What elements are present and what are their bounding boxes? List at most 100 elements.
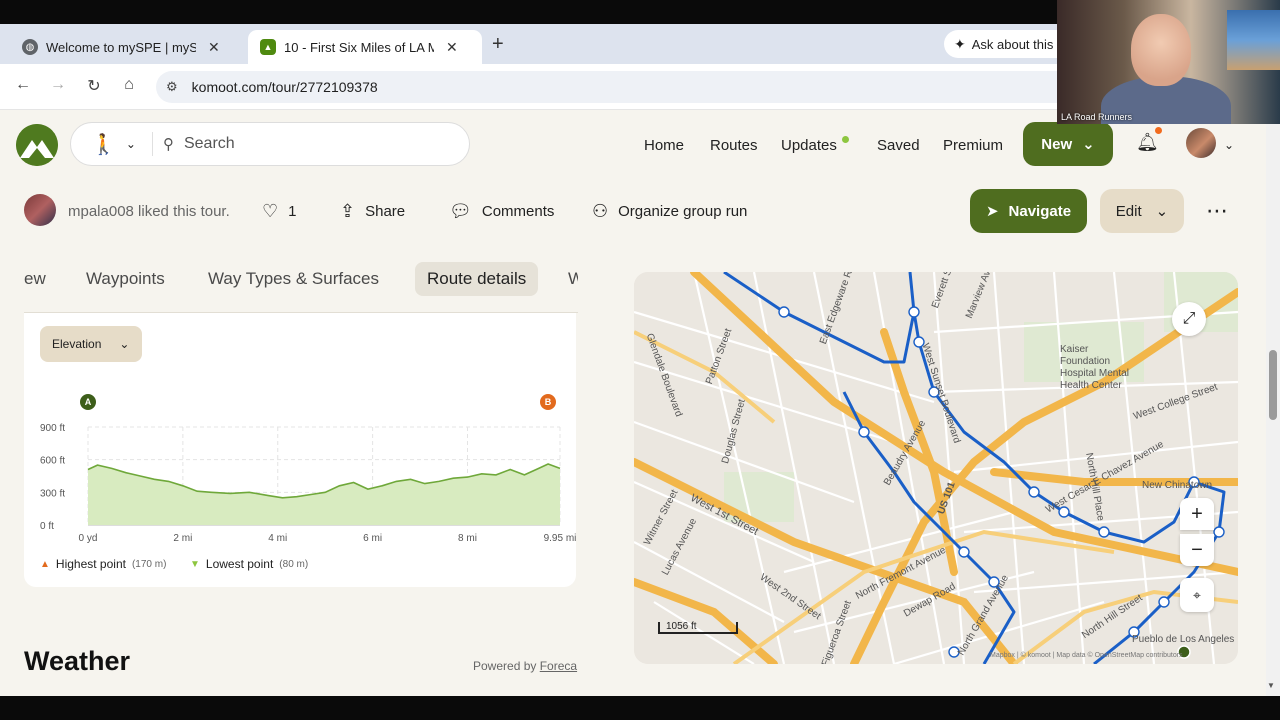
new-tab-plus-icon[interactable]: + (492, 33, 504, 56)
lowest-point-legend: ▼ Lowest point (80 m) (190, 557, 308, 571)
back-arrow-icon[interactable]: ← (12, 76, 34, 94)
start-marker[interactable]: A (80, 394, 96, 410)
recenter-icon[interactable]: ⌖ (1180, 578, 1214, 612)
x-tick-label: 6 mi (363, 533, 382, 544)
browser-tab-komoot[interactable]: ▲ 10 - First Six Miles of LA Marathon ✕ (248, 30, 482, 64)
search-bar[interactable]: 🚶 ⌄ ⚲ (70, 122, 470, 166)
map-attribution: Mapbox | © komoot | Map data © OpenStree… (990, 652, 1183, 659)
y-tick-label: 0 ft (40, 521, 54, 532)
more-options-icon[interactable]: ⋯ (1206, 198, 1229, 224)
forward-arrow-icon[interactable]: → (47, 76, 69, 94)
route-map[interactable]: Glendale Boulevard Patton Street Douglas… (634, 272, 1238, 664)
y-tick-label: 300 ft (40, 488, 65, 499)
start-marker-label: A (85, 397, 92, 407)
komoot-page: 🚶 ⌄ ⚲ Home Routes Updates Saved Premium … (0, 110, 1280, 696)
chevron-down-icon[interactable]: ⌄ (1224, 138, 1234, 152)
fullscreen-expand-icon[interactable]: ⤢ (1172, 302, 1206, 336)
likes-count: 1 (288, 203, 297, 220)
organize-group-run-button[interactable]: ⚇ Organize group run (592, 201, 747, 222)
url-text: komoot.com/tour/2772109378 (191, 79, 378, 95)
weather-heading: Weather (24, 646, 131, 676)
powered-by-label: Powered by (473, 659, 537, 673)
y-tick-label: 600 ft (40, 456, 65, 467)
nav-home[interactable]: Home (644, 137, 684, 154)
x-axis-ticks: 0 yd 2 mi 4 mi 6 mi 8 mi 9.95 mi (79, 533, 576, 544)
share-button[interactable]: ⇪ Share (340, 201, 405, 222)
end-marker[interactable]: B (540, 394, 556, 410)
comment-icon: 💬︎ (449, 201, 472, 221)
divider (151, 132, 153, 156)
tab-weather-partial[interactable]: W (568, 262, 578, 296)
participant-name: LA Road Runners (1061, 112, 1133, 122)
elevation-area (88, 464, 560, 525)
add-user-icon: ⚇ (592, 201, 609, 221)
organize-label: Organize group run (618, 203, 748, 220)
chevron-down-icon[interactable]: ⌄ (126, 137, 136, 151)
reload-icon[interactable]: ↻ (83, 76, 105, 96)
elevation-card: Elevation ⌄ 0 ft 300 ft 600 ft 900 ft 0 yd 2… (24, 313, 576, 587)
zoom-in-button[interactable]: + (1180, 498, 1214, 530)
elevation-selector-label: Elevation (52, 337, 102, 351)
updates-indicator-dot (842, 136, 849, 143)
nav-saved[interactable]: Saved (877, 137, 920, 154)
highest-point-legend: ▲ Highest point (170 m) (40, 557, 166, 571)
highest-value: (170 m) (131, 558, 167, 570)
liker-avatar[interactable] (24, 194, 56, 226)
navigate-label: Navigate (1008, 202, 1072, 220)
komoot-logo-icon (16, 124, 58, 166)
lowest-value: (80 m) (279, 558, 309, 570)
site-settings-icon[interactable]: ⚙ (166, 79, 178, 95)
search-input[interactable] (183, 135, 424, 153)
zoom-out-button[interactable]: − (1180, 534, 1214, 566)
up-triangle-icon: ▲ (40, 558, 50, 570)
page-scrollbar-thumb[interactable] (1269, 350, 1277, 420)
comments-button[interactable]: 💬︎ Comments (449, 201, 554, 222)
edit-button[interactable]: Edit ⌄ (1100, 189, 1184, 233)
lowest-label: Lowest point (205, 557, 274, 571)
tab-title: 10 - First Six Miles of LA Marathon (284, 39, 434, 55)
participant-face (1131, 14, 1191, 86)
elevation-chart[interactable]: 0 ft 300 ft 600 ft 900 ft 0 yd 2 mi 4 mi 6 mi 8… (24, 385, 576, 555)
x-tick-label: 9.95 mi (544, 533, 576, 544)
navigation-arrow-icon: ➤ (985, 203, 999, 220)
chevron-down-icon: ⌄ (1155, 203, 1169, 220)
x-tick-label: 0 yd (79, 533, 98, 544)
nav-premium[interactable]: Premium (943, 137, 1003, 154)
y-tick-label: 900 ft (40, 423, 65, 434)
komoot-favicon-icon: ▲ (260, 39, 276, 55)
tab-waypoints[interactable]: Waypoints (86, 262, 165, 296)
elevation-selector[interactable]: Elevation ⌄ (40, 326, 142, 362)
tab-way-types-surfaces[interactable]: Way Types & Surfaces (208, 262, 379, 296)
chevron-down-icon: ⌄ (119, 337, 130, 351)
browser-tab-myspe[interactable]: ◍ Welcome to mySPE | mySPE ✕ (10, 30, 244, 64)
globe-icon: ◍ (22, 39, 38, 55)
x-tick-label: 8 mi (458, 533, 477, 544)
komoot-logo[interactable] (16, 124, 58, 166)
scroll-down-arrow-icon[interactable]: ▼ (1267, 681, 1275, 690)
foreca-link[interactable]: Foreca (540, 659, 577, 673)
close-icon[interactable]: ✕ (208, 39, 220, 56)
comments-label: Comments (481, 203, 555, 220)
nav-updates[interactable]: Updates (781, 137, 837, 154)
y-axis-ticks: 0 ft 300 ft 600 ft 900 ft (40, 423, 65, 532)
user-avatar[interactable] (1186, 128, 1216, 158)
navigate-button[interactable]: ➤ Navigate (970, 189, 1087, 233)
heart-icon: ♡ (262, 201, 279, 221)
tab-title: Welcome to mySPE | mySPE (46, 39, 196, 55)
hiking-sport-icon[interactable]: 🚶 (91, 132, 116, 157)
edit-label: Edit (1115, 202, 1142, 220)
nav-routes[interactable]: Routes (710, 137, 758, 154)
tab-overview[interactable]: ew (24, 262, 46, 296)
highest-label: Highest point (55, 557, 126, 571)
tab-route-details[interactable]: Route details (415, 262, 539, 296)
home-icon[interactable]: ⌂ (118, 76, 140, 94)
new-button[interactable]: New ⌄ (1023, 122, 1113, 166)
sparkle-icon: ✦ (954, 35, 966, 52)
liker-text: mpala008 liked this tour. (68, 203, 230, 220)
page-tabs: ew Waypoints Way Types & Surfaces Route … (24, 262, 578, 304)
close-icon[interactable]: ✕ (446, 39, 458, 56)
chevron-down-icon: ⌄ (1082, 136, 1095, 153)
notification-dot (1155, 127, 1162, 134)
like-button[interactable]: ♡ 1 (262, 201, 296, 222)
notifications-bell-icon[interactable]: 🔔︎ (1136, 132, 1159, 153)
